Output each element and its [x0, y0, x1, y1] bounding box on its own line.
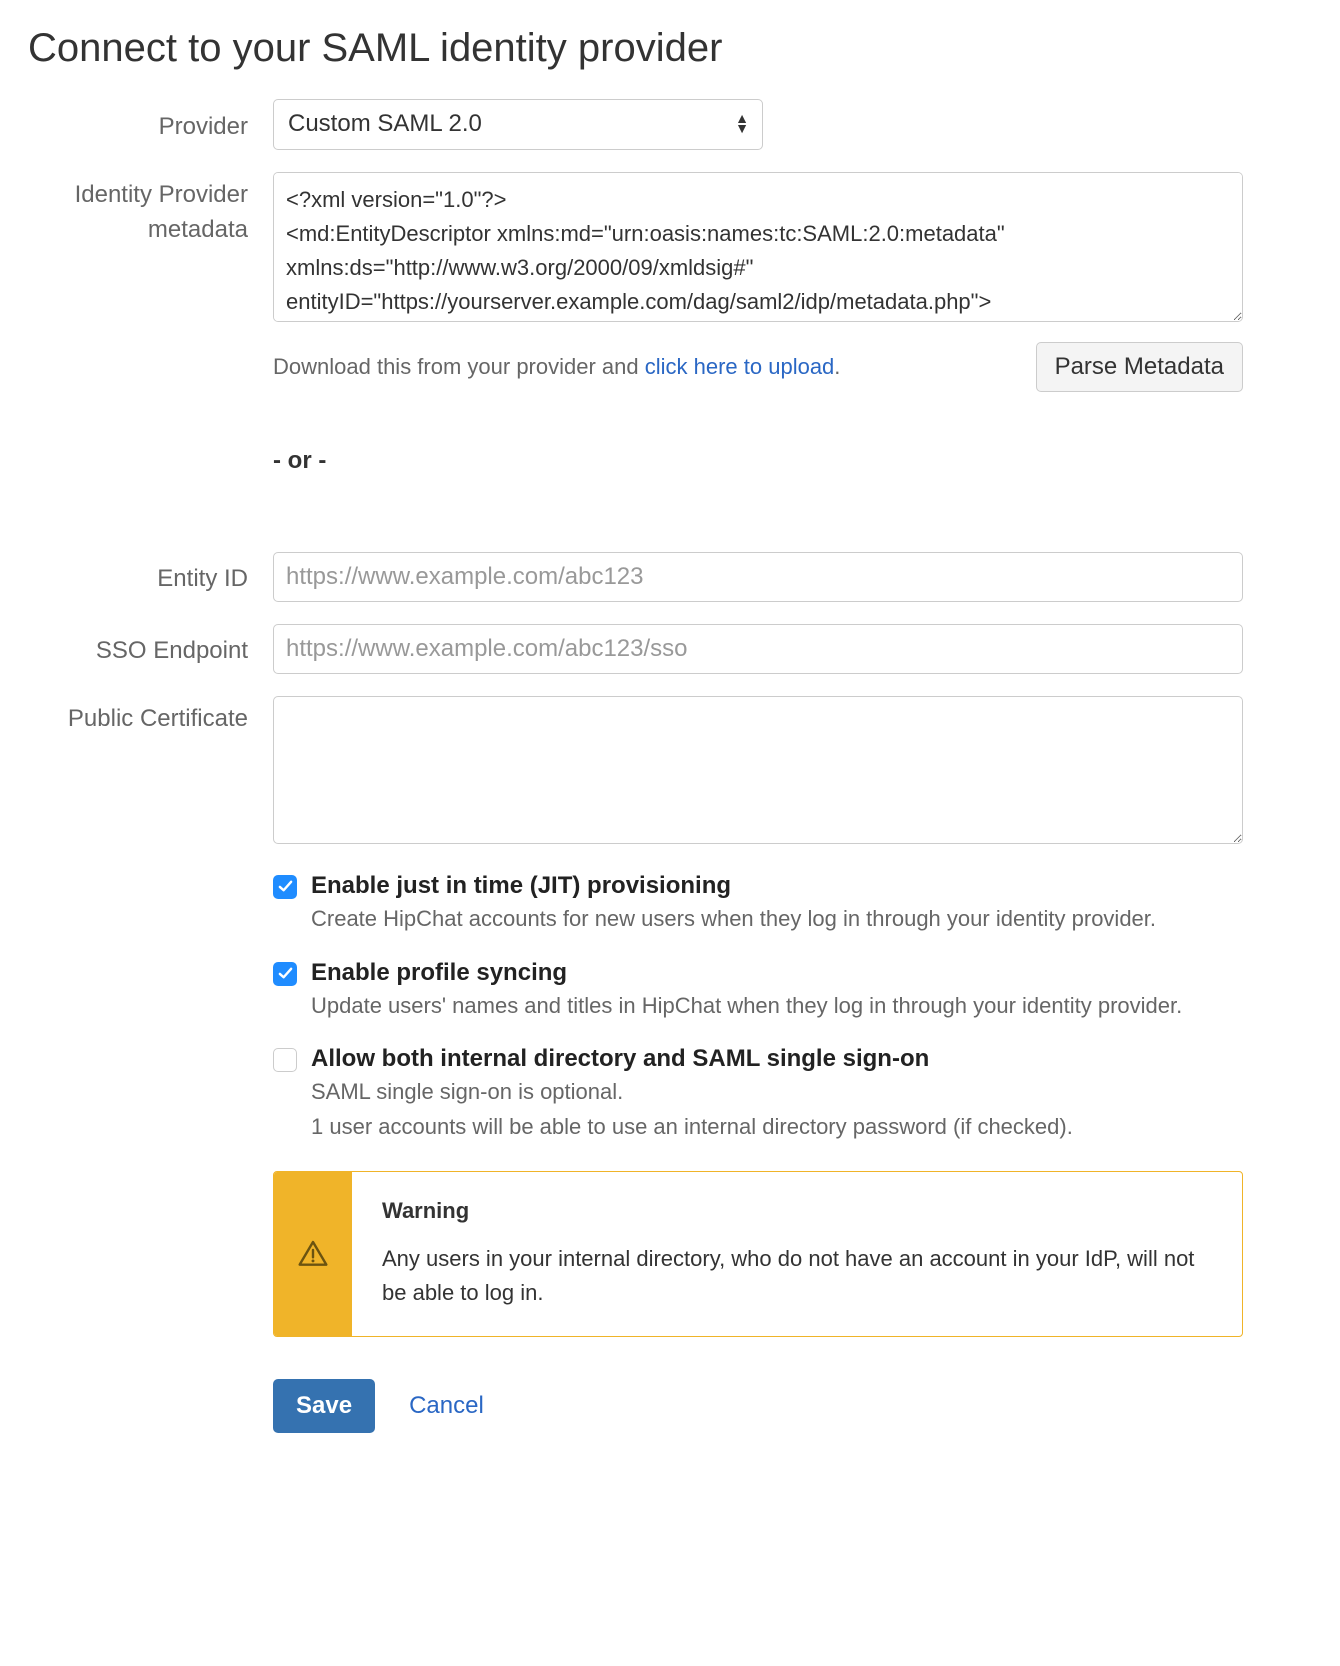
sync-checkbox[interactable]: [273, 962, 297, 986]
upload-link[interactable]: click here to upload: [645, 354, 835, 379]
sync-title: Enable profile syncing: [311, 959, 1182, 987]
jit-desc: Create HipChat accounts for new users wh…: [311, 904, 1156, 935]
provider-label: Provider: [28, 104, 273, 145]
cancel-button[interactable]: Cancel: [399, 1380, 494, 1432]
allow-both-title: Allow both internal directory and SAML s…: [311, 1045, 1073, 1073]
allow-both-desc1: SAML single sign-on is optional.: [311, 1077, 1073, 1108]
warning-icon: [297, 1238, 329, 1270]
warning-text: Any users in your internal directory, wh…: [382, 1242, 1212, 1310]
check-icon: [278, 966, 293, 981]
warning-title: Warning: [382, 1198, 1212, 1224]
metadata-hint: Download this from your provider and cli…: [273, 354, 840, 380]
sso-endpoint-input[interactable]: [273, 624, 1243, 674]
sync-desc: Update users' names and titles in HipCha…: [311, 991, 1182, 1022]
public-cert-label: Public Certificate: [28, 696, 273, 737]
sso-endpoint-label: SSO Endpoint: [28, 628, 273, 669]
metadata-textarea[interactable]: [273, 172, 1243, 322]
warning-box: Warning Any users in your internal direc…: [273, 1171, 1243, 1337]
jit-title: Enable just in time (JIT) provisioning: [311, 872, 1156, 900]
page-title: Connect to your SAML identity provider: [28, 26, 1312, 71]
allow-both-desc2: 1 user accounts will be able to use an i…: [311, 1112, 1073, 1143]
jit-checkbox[interactable]: [273, 875, 297, 899]
metadata-hint-prefix: Download this from your provider and: [273, 354, 645, 379]
or-separator: - or -: [273, 447, 1243, 475]
metadata-hint-suffix: .: [834, 354, 840, 379]
save-button[interactable]: Save: [273, 1379, 375, 1433]
check-icon: [278, 879, 293, 894]
allow-both-checkbox[interactable]: [273, 1048, 297, 1072]
entity-id-label: Entity ID: [28, 556, 273, 597]
parse-metadata-button[interactable]: Parse Metadata: [1036, 342, 1243, 392]
provider-select[interactable]: Custom SAML 2.0: [273, 99, 763, 150]
entity-id-input[interactable]: [273, 552, 1243, 602]
metadata-label: Identity Provider metadata: [28, 172, 273, 248]
public-cert-textarea[interactable]: [273, 696, 1243, 844]
